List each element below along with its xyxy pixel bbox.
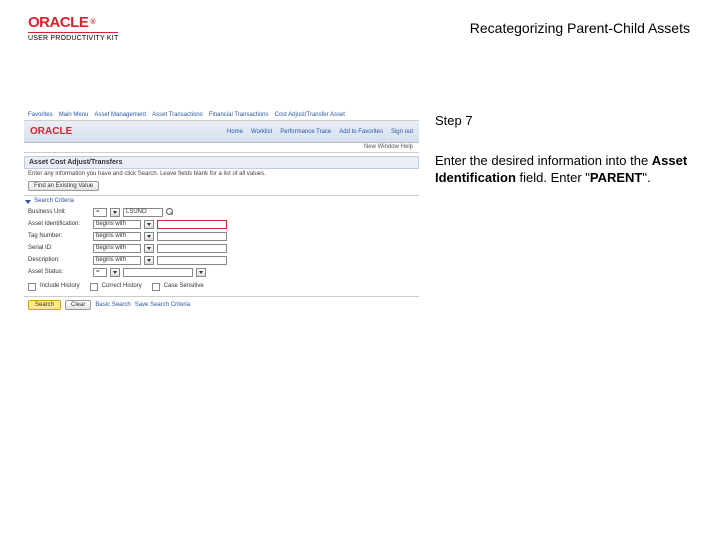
op-description[interactable]: begins with xyxy=(93,256,141,265)
app-bar: ORACLE Home Worklist Performance Trace A… xyxy=(24,121,419,143)
label-include-history: Include History xyxy=(40,283,80,289)
checkbox-case-sensitive[interactable] xyxy=(152,283,160,291)
input-asset-id[interactable] xyxy=(157,220,227,229)
lookup-icon[interactable] xyxy=(166,208,174,216)
page-header: ORACLE ® USER PRODUCTIVITY KIT Recategor… xyxy=(0,14,720,54)
nav-link-home[interactable]: Home xyxy=(227,129,243,135)
op-dd-icon[interactable] xyxy=(144,232,154,241)
instruction-panel: Step 7 Enter the desired information int… xyxy=(435,112,690,187)
op-dd-icon[interactable] xyxy=(144,256,154,265)
sub-bar: New Window Help xyxy=(24,143,419,153)
save-criteria-link[interactable]: Save Search Criteria xyxy=(135,302,190,308)
search-form: Business Unit: = LSUNO Asset Identificat… xyxy=(24,206,419,292)
breadcrumb-item[interactable]: Main Menu xyxy=(59,112,89,118)
step-label: Step 7 xyxy=(435,112,690,130)
label-status: Asset Status: xyxy=(28,269,90,275)
input-status[interactable] xyxy=(123,268,193,277)
find-existing-tab[interactable]: Find an Existing Value xyxy=(28,181,99,191)
op-serial[interactable]: begins with xyxy=(93,244,141,253)
instr-seg-1: Enter the desired information into the xyxy=(435,153,652,168)
breadcrumb-item[interactable]: Asset Management xyxy=(94,112,146,118)
panel-title: Asset Cost Adjust/Transfers xyxy=(24,156,419,169)
nav-link-signout[interactable]: Sign out xyxy=(391,129,413,135)
nav-link-favorites[interactable]: Add to Favorites xyxy=(339,129,383,135)
nav-link-worklist[interactable]: Worklist xyxy=(251,129,272,135)
breadcrumb-item[interactable]: Asset Transactions xyxy=(152,112,203,118)
instr-seg-2: field. Enter " xyxy=(516,170,590,185)
input-serial[interactable] xyxy=(157,244,227,253)
embedded-screenshot: Favorites Main Menu Asset Management Ass… xyxy=(24,110,419,310)
sub-bar-links[interactable]: New Window Help xyxy=(364,144,413,150)
label-asset-id: Asset Identification: xyxy=(28,221,90,227)
breadcrumb-item[interactable]: Financial Transactions xyxy=(209,112,269,118)
oracle-logo: ORACLE ® xyxy=(28,14,118,31)
op-dd-icon[interactable] xyxy=(110,208,120,217)
label-serial: Serial ID: xyxy=(28,245,90,251)
label-correct-history: Correct History xyxy=(102,283,142,289)
page-title: Recategorizing Parent-Child Assets xyxy=(470,20,690,36)
clear-button[interactable]: Clear xyxy=(65,300,91,310)
breadcrumb-item[interactable]: Cost Adjust/Transfer Asset xyxy=(274,112,344,118)
input-description[interactable] xyxy=(157,256,227,265)
brand-block: ORACLE ® USER PRODUCTIVITY KIT xyxy=(28,14,118,42)
brand-text: ORACLE xyxy=(28,14,88,31)
section-search-criteria[interactable]: Search Criteria xyxy=(24,198,419,206)
brand-underline xyxy=(28,32,118,33)
nav-link-trace[interactable]: Performance Trace xyxy=(280,129,331,135)
checkbox-include-history[interactable] xyxy=(28,283,36,291)
search-button[interactable]: Search xyxy=(28,300,61,310)
label-case-sensitive: Case Sensitive xyxy=(164,283,204,289)
instruction-text: Enter the desired information into the A… xyxy=(435,152,690,187)
checkbox-correct-history[interactable] xyxy=(90,283,98,291)
status-dd-icon[interactable] xyxy=(196,268,206,277)
brand-subline: USER PRODUCTIVITY KIT xyxy=(28,35,118,42)
instr-seg-3: ". xyxy=(642,170,650,185)
op-asset-id[interactable]: begins with xyxy=(93,220,141,229)
label-tag: Tag Number: xyxy=(28,233,90,239)
op-dd-icon[interactable] xyxy=(110,268,120,277)
app-bar-logo: ORACLE xyxy=(30,126,72,137)
label-business-unit: Business Unit: xyxy=(28,209,90,215)
op-dd-icon[interactable] xyxy=(144,244,154,253)
breadcrumb-item[interactable]: Favorites xyxy=(28,112,53,118)
op-dd-icon[interactable] xyxy=(144,220,154,229)
label-description: Description: xyxy=(28,257,90,263)
instr-value: PARENT xyxy=(590,170,642,185)
panel-description: Enter any information you have and click… xyxy=(24,169,419,179)
breadcrumb: Favorites Main Menu Asset Management Ass… xyxy=(24,110,419,121)
input-business-unit[interactable]: LSUNO xyxy=(123,208,163,217)
input-tag[interactable] xyxy=(157,232,227,241)
basic-search-link[interactable]: Basic Search xyxy=(95,302,130,308)
op-status[interactable]: = xyxy=(93,268,107,277)
op-tag[interactable]: begins with xyxy=(93,232,141,241)
registered-mark: ® xyxy=(90,19,95,26)
op-business-unit[interactable]: = xyxy=(93,208,107,217)
